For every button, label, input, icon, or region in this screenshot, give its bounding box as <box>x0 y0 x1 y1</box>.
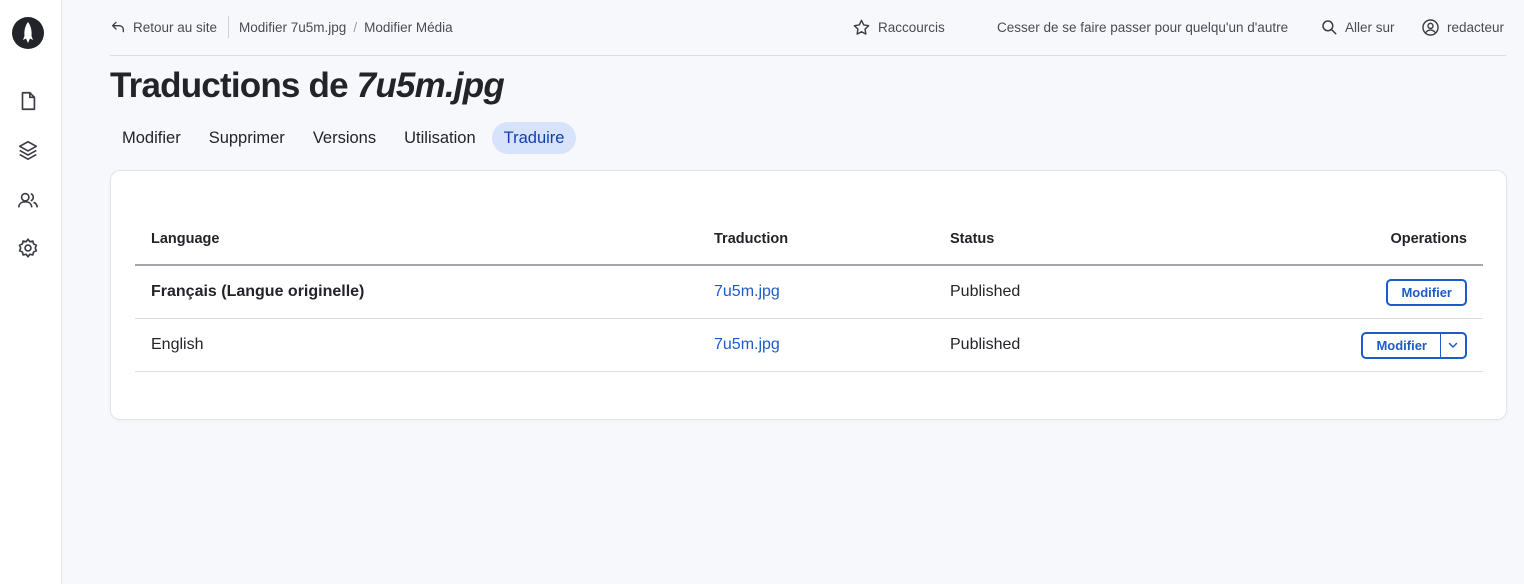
tab-delete[interactable]: Supprimer <box>197 122 297 154</box>
row-translation-link[interactable]: 7u5m.jpg <box>714 319 780 371</box>
goto-label: Aller sur <box>1345 19 1395 35</box>
local-tasks-tabs: Modifier Supprimer Versions Utilisation … <box>110 122 580 154</box>
row-translation-link[interactable]: 7u5m.jpg <box>714 266 780 318</box>
stop-impersonating-label: Cesser de se faire passer pour quelqu'un… <box>997 19 1289 35</box>
people-icon[interactable] <box>17 189 39 211</box>
breadcrumb: Modifier 7u5m.jpg / Modifier Média <box>239 18 453 36</box>
breadcrumb-separator: / <box>353 19 358 35</box>
tab-revisions[interactable]: Versions <box>301 122 388 154</box>
tab-usage[interactable]: Utilisation <box>392 122 488 154</box>
row-operations: Modifier <box>1361 319 1467 371</box>
sidebar <box>0 0 62 584</box>
edit-translation-button[interactable]: Modifier <box>1363 334 1440 357</box>
translations-table: Language Traduction Status Operations Fr… <box>135 213 1483 372</box>
header-status: Status <box>950 230 995 247</box>
row-operations: Modifier <box>1386 266 1467 318</box>
table-row: English 7u5m.jpg Published Modifier <box>135 319 1483 372</box>
rocket-logo-icon[interactable] <box>12 17 44 49</box>
translations-card: Language Traduction Status Operations Fr… <box>110 170 1507 420</box>
back-to-site-link[interactable]: Retour au site <box>110 18 217 36</box>
breadcrumb-divider <box>228 16 229 38</box>
edit-translation-button[interactable]: Modifier <box>1386 278 1467 306</box>
search-icon <box>1322 20 1337 35</box>
top-bar: Retour au site Modifier 7u5m.jpg / Modif… <box>110 0 1506 56</box>
stop-impersonating-link[interactable]: Cesser de se faire passer pour quelqu'un… <box>997 18 1288 36</box>
header-operations: Operations <box>1390 230 1467 247</box>
page-title: Traductions de 7u5m.jpg <box>110 66 505 106</box>
header-language: Language <box>151 230 220 247</box>
tab-translate[interactable]: Traduire <box>491 122 577 154</box>
shortcuts-label: Raccourcis <box>878 19 945 35</box>
breadcrumb-item-edit-media[interactable]: Modifier Média <box>364 20 453 35</box>
user-menu[interactable]: redacteur <box>1421 18 1504 36</box>
content-file-icon[interactable] <box>17 90 39 112</box>
header-translation: Traduction <box>714 230 789 247</box>
row-language: Français (Langue originelle) <box>151 283 365 300</box>
row-status: Published <box>950 336 1021 353</box>
table-header: Language Traduction Status Operations <box>135 213 1483 266</box>
page-title-prefix: Traductions de <box>110 66 357 105</box>
goto-button[interactable]: Aller sur <box>1320 18 1395 36</box>
settings-gear-icon[interactable] <box>17 237 39 259</box>
edit-translation-dropbutton: Modifier <box>1361 331 1467 359</box>
page-title-file: 7u5m.jpg <box>356 66 505 105</box>
table-row: Français (Langue originelle) 7u5m.jpg Pu… <box>135 266 1483 319</box>
star-icon <box>853 19 870 35</box>
user-name: redacteur <box>1447 19 1505 35</box>
back-to-site-label: Retour au site <box>133 19 218 35</box>
chevron-down-icon <box>1448 342 1458 348</box>
back-arrow-icon <box>112 21 124 33</box>
breadcrumb-item-edit-file[interactable]: Modifier 7u5m.jpg <box>239 20 346 35</box>
structure-layers-icon[interactable] <box>17 139 39 161</box>
shortcuts-button[interactable]: Raccourcis <box>852 18 945 36</box>
row-language: English <box>151 336 204 353</box>
dropbutton-toggle[interactable] <box>1440 333 1465 357</box>
user-circle-icon <box>1422 18 1439 36</box>
tab-edit[interactable]: Modifier <box>110 122 193 154</box>
row-status: Published <box>950 283 1021 300</box>
